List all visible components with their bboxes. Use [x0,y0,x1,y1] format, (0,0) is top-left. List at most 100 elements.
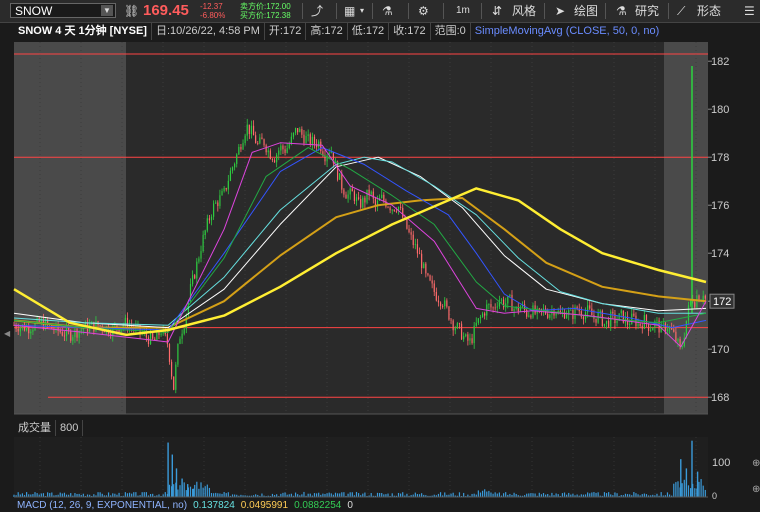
candle-body [570,309,572,311]
candle-body [511,294,513,312]
candle-body [80,329,82,331]
candle-body [309,134,311,145]
candle-body [673,329,675,332]
candle-body [192,275,194,285]
volume-bar [219,493,221,497]
volume-bar [343,492,345,497]
volume-bar [196,481,198,497]
candle-body [175,364,177,390]
candle-body [166,334,168,345]
y-tick-label: 182 [711,56,729,68]
candle-body [439,302,442,306]
candle-body [257,143,259,145]
volume-bar [694,488,696,497]
candle-body [458,323,461,325]
macd-avg: 0.0495991 [240,500,289,511]
volume-bar [605,493,608,497]
candle-body [425,263,427,274]
volume-bar [200,482,202,497]
candle-body [465,334,467,337]
volume-bar [391,493,393,497]
volume-bar [194,484,196,497]
volume-bar [397,492,400,497]
candle-body [297,128,299,133]
candle-body [433,283,435,292]
candle-body [580,311,582,317]
zoom-icon[interactable]: ⊕ [752,484,760,495]
candle-body [17,328,19,332]
candle-body [500,299,503,301]
volume-bar [528,493,530,497]
volume-bar [284,492,286,497]
volume-bar [198,488,200,497]
candle-body [666,329,669,332]
candle-body [349,188,351,195]
volume-bar [551,492,553,497]
volume-bar [322,493,324,497]
candle-body [395,210,398,212]
volume-bar [481,490,484,497]
candle-body [620,310,622,314]
candle-body [303,134,305,144]
candle-body [229,170,232,181]
candle-body [357,197,360,200]
volume-bar [414,492,416,497]
candle-body [177,343,179,365]
candle-body [74,329,76,338]
candle-body [444,300,446,307]
volume-bar [477,490,479,497]
candle-body [410,232,412,235]
candle-body [416,244,419,254]
volume-bar [34,492,36,497]
volume-bar [51,492,53,497]
candle-body [318,141,320,148]
candle-body [454,328,456,331]
volume-bar [589,493,591,497]
candle-body [339,173,341,180]
volume-bar [561,493,564,497]
candle-body [238,146,240,155]
volume-bar [421,493,423,497]
price-chart[interactable]: 168 170 172 174 176 178 180 182 172 100 0 ◀ ⊕ ⊕ [0,0,760,512]
volume-bar [167,442,169,497]
candle-body [200,251,202,259]
candle-body [364,197,366,203]
candle-body [347,194,349,199]
volume-bar [26,492,28,497]
volume-bar [59,492,61,497]
candle-body [435,291,437,301]
candle-body [446,300,448,307]
zoom-icon[interactable]: ⊕ [752,458,760,469]
volume-bar [112,493,114,497]
volume-bar [99,492,101,497]
volume-bar [530,493,532,497]
scroll-left-icon[interactable]: ◀ [4,329,11,338]
candle-body [320,141,322,152]
volume-bar [593,492,595,497]
volume-bar [330,493,332,497]
macd-diff: 0.0882254 [294,500,342,511]
y-tick-label: 168 [711,392,729,404]
candle-body [694,301,696,308]
volume-bar [192,488,195,497]
candle-body [196,261,198,279]
volume-bar [616,493,618,497]
volume-bar [603,492,606,497]
candle-body [286,148,288,153]
macd-label[interactable]: MACD (12, 26, 9, EXPONENTIAL, no) [14,500,190,512]
volume-bar [47,492,49,497]
volume-bar [225,493,227,497]
volume-value: 800 [56,420,84,436]
volume-bar [458,492,461,497]
candle-body [595,318,597,323]
candle-body [612,311,614,314]
candle-body [450,319,452,321]
volume-bar [187,484,189,497]
volume-bar [124,492,126,497]
volume-bar [126,493,129,497]
candle-body [549,314,551,318]
volume-bar [494,492,496,497]
candle-body [528,315,530,317]
candle-body [608,320,610,327]
candle-body [538,308,540,310]
